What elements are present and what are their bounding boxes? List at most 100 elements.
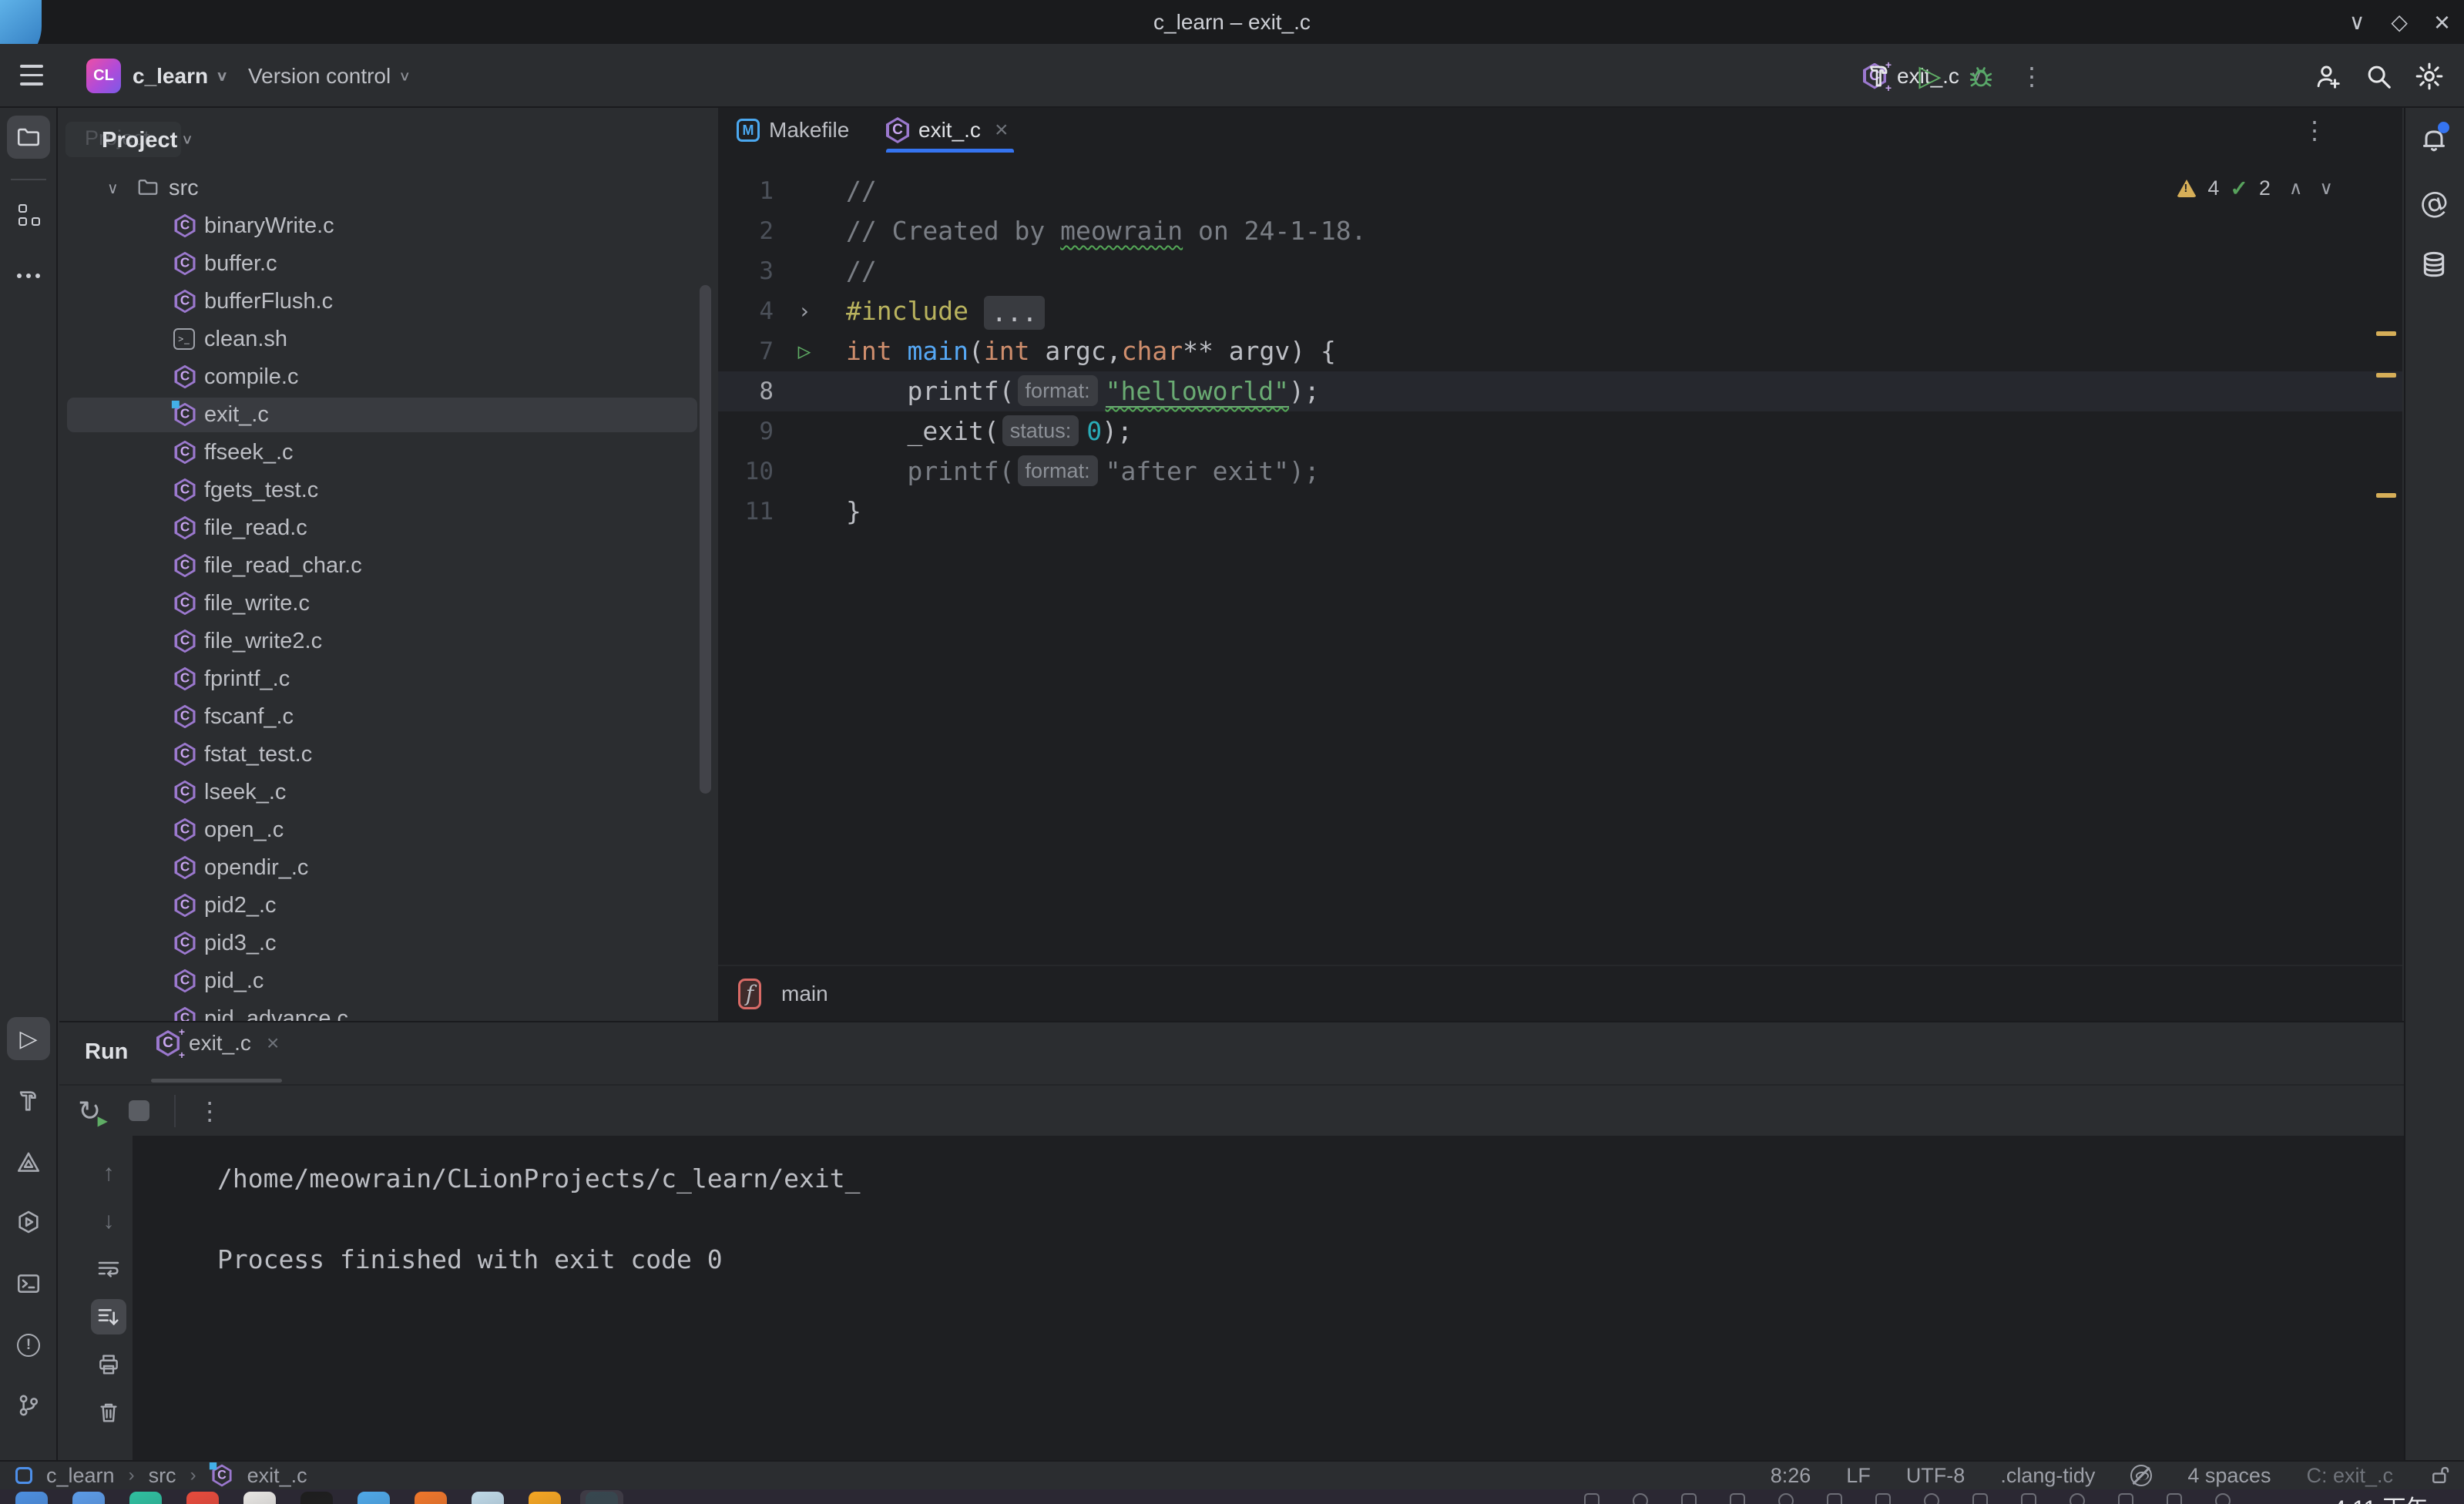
tab-makefile[interactable]: M Makefile <box>737 108 849 153</box>
build-tool-button[interactable] <box>7 1079 50 1123</box>
tree-scrollbar[interactable] <box>700 285 711 794</box>
version-control-menu[interactable]: Version control∨ <box>248 44 411 108</box>
warning-stripe-mark[interactable] <box>2376 373 2396 378</box>
soft-wrap-icon[interactable] <box>91 1251 126 1287</box>
unlock-icon[interactable] <box>2429 1464 2452 1487</box>
tree-row-pid_.c[interactable]: Cpid_.c <box>59 962 717 1000</box>
tray-icon-2[interactable] <box>1681 1493 1697 1504</box>
fold-gutter-icon[interactable]: › <box>783 291 826 331</box>
main-menu-icon[interactable] <box>20 65 43 86</box>
tree-row-open_.c[interactable]: Copen_.c <box>59 811 717 849</box>
tray-icon-11[interactable] <box>2118 1493 2133 1504</box>
tray-icon-4[interactable] <box>1778 1493 1794 1504</box>
tray-icon-9[interactable] <box>2021 1493 2036 1504</box>
taskbar-app-icon-10[interactable] <box>586 1492 618 1504</box>
status-item-utf-8[interactable]: UTF-8 <box>1906 1464 1965 1488</box>
maximize-button[interactable]: ◇ <box>2391 9 2408 35</box>
tree-row-compile.c[interactable]: Ccompile.c <box>59 358 717 396</box>
breadcrumb-file[interactable]: exit_.c <box>247 1464 307 1488</box>
scroll-to-end-icon[interactable] <box>91 1299 126 1334</box>
minimize-button[interactable]: ∨ <box>2349 9 2365 35</box>
build-hammer-icon[interactable] <box>1854 44 1905 108</box>
tray-icon-6[interactable] <box>1875 1493 1891 1504</box>
tree-row-pid_advance.c[interactable]: Cpid_advance.c <box>59 1000 717 1021</box>
tree-row-opendir_.c[interactable]: Copendir_.c <box>59 849 717 887</box>
project-panel-title[interactable]: Project <box>102 128 177 153</box>
problems-tool-button[interactable] <box>7 1141 50 1184</box>
status-item-c-exit-c[interactable]: C: exit_.c <box>2306 1464 2393 1488</box>
tree-row-file_read_char.c[interactable]: Cfile_read_char.c <box>59 547 717 585</box>
tree-row-file_read.c[interactable]: Cfile_read.c <box>59 509 717 547</box>
tree-row-fscanf_.c[interactable]: Cfscanf_.c <box>59 698 717 736</box>
debug-bug-icon[interactable] <box>1955 44 2006 108</box>
notifications-bell-icon[interactable] <box>2416 122 2452 157</box>
run-tab-exit-c[interactable]: C++ exit_.c × <box>156 1030 279 1056</box>
tree-row-src[interactable]: ∨src <box>59 170 717 207</box>
taskbar-app-icon-1[interactable] <box>72 1492 105 1504</box>
search-icon[interactable] <box>2353 44 2404 108</box>
terminal-tool-button[interactable] <box>7 1262 50 1305</box>
tab-exit-c[interactable]: C exit_.c × <box>886 108 1014 153</box>
tree-row-fstat_test.c[interactable]: Cfstat_test.c <box>59 736 717 774</box>
git-branch-icon[interactable] <box>7 1384 50 1427</box>
structure-tool-button[interactable] <box>7 194 50 237</box>
run-options-kebab-icon[interactable]: ⋮ <box>197 1096 222 1126</box>
code-area[interactable]: 1//2// Created by meowrain on 24-1-18.3/… <box>718 171 2402 532</box>
tree-row-buffer.c[interactable]: Cbuffer.c <box>59 245 717 283</box>
stop-icon[interactable] <box>129 1100 149 1121</box>
close-tab-icon[interactable]: × <box>267 1031 279 1056</box>
tray-icon-10[interactable] <box>2070 1493 2085 1504</box>
tree-row-file_write.c[interactable]: Cfile_write.c <box>59 585 717 623</box>
ai-assistant-icon[interactable]: @ <box>2416 185 2452 220</box>
taskbar-app-icon-2[interactable] <box>129 1492 162 1504</box>
warning-stripe-mark[interactable] <box>2376 331 2396 336</box>
settings-gear-icon[interactable] <box>2404 44 2455 108</box>
run-gutter-icon[interactable]: ▷ <box>783 331 826 371</box>
more-actions-kebab-icon[interactable]: ⋮ <box>2006 44 2057 108</box>
project-switcher[interactable]: c_learn∨ <box>133 44 228 108</box>
editor-options-kebab-icon[interactable]: ⋮ <box>2302 116 2327 145</box>
taskbar-app-icon-7[interactable] <box>415 1492 447 1504</box>
tray-icon-5[interactable] <box>1827 1493 1842 1504</box>
down-stacktrace-icon[interactable]: ↓ <box>91 1204 126 1239</box>
run-console[interactable]: /home/meowrain/CLionProjects/c_learn/exi… <box>133 1136 2404 1462</box>
tray-icon-12[interactable] <box>2167 1493 2182 1504</box>
project-tool-button[interactable] <box>7 116 50 159</box>
status-item-4-spaces[interactable]: 4 spaces <box>2187 1464 2271 1488</box>
taskbar-app-icon-8[interactable] <box>472 1492 504 1504</box>
rerun-icon[interactable]: ↻▶ <box>78 1095 101 1127</box>
tree-row-pid2_.c[interactable]: Cpid2_.c <box>59 887 717 925</box>
tray-icon-13[interactable] <box>2215 1493 2231 1504</box>
run-tool-button[interactable]: ▷ <box>7 1017 50 1060</box>
status-item-lf[interactable]: LF <box>1846 1464 1871 1488</box>
inspections-tool-button[interactable]: ! <box>7 1324 50 1367</box>
tree-row-ffseek_.c[interactable]: Cffseek_.c <box>59 434 717 472</box>
tree-row-bufferFlush.c[interactable]: CbufferFlush.c <box>59 283 717 321</box>
status-item--clang-tidy[interactable]: .clang-tidy <box>2000 1464 2095 1488</box>
run-button[interactable]: ▷ <box>1905 44 1955 108</box>
tree-row-clean.sh[interactable]: >_clean.sh <box>59 321 717 358</box>
clear-trash-icon[interactable] <box>91 1395 126 1430</box>
tray-icon-0[interactable] <box>1584 1493 1600 1504</box>
status-item-8-26[interactable]: 8:26 <box>1771 1464 1811 1488</box>
tree-row-fgets_test.c[interactable]: Cfgets_test.c <box>59 472 717 509</box>
database-icon[interactable] <box>2416 247 2452 282</box>
taskbar-app-icon-6[interactable] <box>358 1492 390 1504</box>
tree-row-binaryWrite.c[interactable]: CbinaryWrite.c <box>59 207 717 245</box>
warning-stripe-mark[interactable] <box>2376 493 2396 498</box>
tree-row-file_write2.c[interactable]: Cfile_write2.c <box>59 623 717 660</box>
more-tool-windows-icon[interactable] <box>7 254 50 297</box>
up-stacktrace-icon[interactable]: ↑ <box>91 1156 126 1191</box>
tray-icon-1[interactable] <box>1633 1493 1648 1504</box>
tree-row-pid3_.c[interactable]: Cpid3_.c <box>59 925 717 962</box>
tray-icon-3[interactable] <box>1730 1493 1745 1504</box>
breadcrumb-project[interactable]: c_learn <box>46 1464 115 1488</box>
tree-row-exit_.c[interactable]: Cexit_.c <box>59 396 717 434</box>
chevron-down-icon[interactable]: ∨ <box>107 170 119 207</box>
tray-icon-8[interactable] <box>1972 1493 1988 1504</box>
add-user-icon[interactable] <box>2302 44 2353 108</box>
taskbar-app-icon-3[interactable] <box>186 1492 219 1504</box>
current-function-label[interactable]: main <box>781 982 828 1006</box>
taskbar-app-icon-9[interactable] <box>529 1492 561 1504</box>
print-icon[interactable] <box>91 1347 126 1382</box>
